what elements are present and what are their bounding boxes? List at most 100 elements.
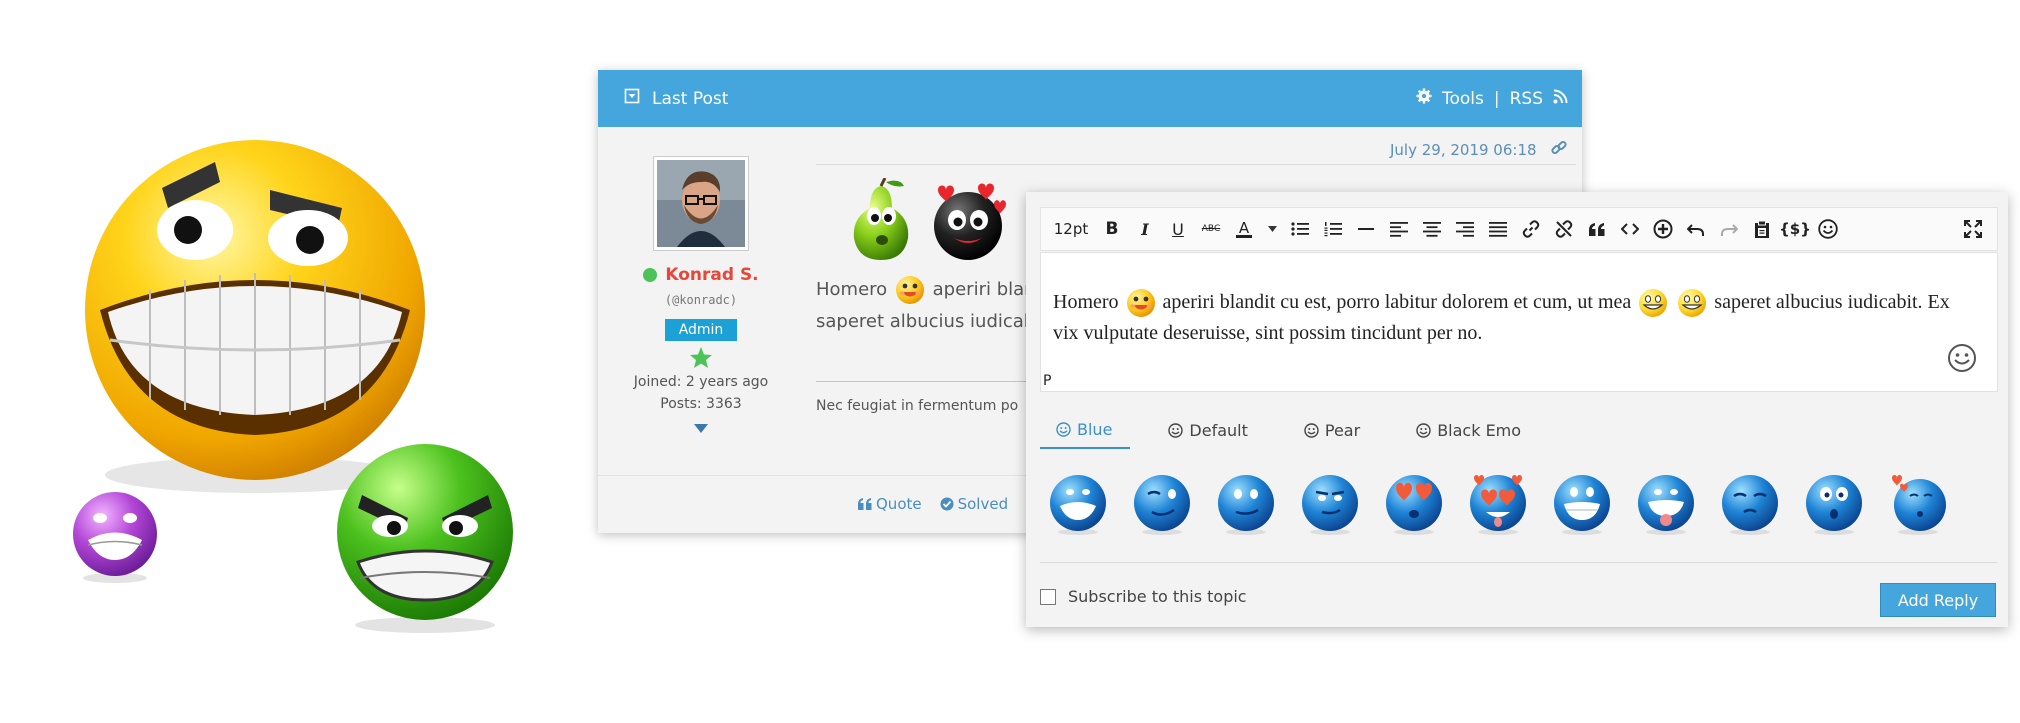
quote-label: Quote [876, 495, 922, 513]
paste-icon[interactable] [1752, 218, 1772, 240]
add-reply-button[interactable]: Add Reply [1880, 583, 1996, 617]
horizontal-line-icon[interactable] [1356, 218, 1376, 240]
gear-icon[interactable] [1416, 88, 1432, 109]
solved-action[interactable]: Solved [940, 495, 1008, 513]
post-signature: Nec feugiat in fermentum po [816, 398, 1019, 414]
quote-icon [858, 498, 872, 510]
font-size-select[interactable]: 12pt [1053, 218, 1089, 240]
chevron-down-icon[interactable] [598, 418, 804, 437]
header-title-text: Last Post [652, 88, 729, 109]
laughing-emoji-inline [1126, 288, 1156, 318]
insert-link-icon[interactable] [1521, 218, 1541, 240]
joined-info: Joined: 2 years ago [633, 374, 769, 390]
laughing-emoji-inline [895, 275, 925, 305]
tab-blue[interactable]: Blue [1040, 420, 1131, 449]
tab-black-emo-label: Black Emo [1437, 421, 1522, 440]
editor-toolbar: 12pt B I U ABC A {$} [1040, 207, 1998, 251]
source-code-icon[interactable]: {$} [1779, 218, 1811, 240]
tab-pear[interactable]: Pear [1288, 420, 1378, 449]
user-info: Konrad S. (@konradc) Admin Joined: 2 yea… [598, 265, 804, 437]
unlink-icon[interactable] [1554, 218, 1574, 240]
blue-emoji-sly[interactable] [1300, 472, 1360, 536]
online-status-icon [643, 268, 658, 282]
subscribe-checkbox[interactable] [1040, 588, 1056, 605]
blockquote-icon[interactable] [1587, 218, 1607, 240]
tools-link[interactable]: Tools [1442, 89, 1484, 109]
black-love-emoji [928, 182, 1010, 267]
text-color-dropdown-icon[interactable] [1267, 218, 1277, 240]
blue-emoji-wink[interactable] [1132, 472, 1192, 536]
blue-emoji-sleepy[interactable] [1720, 472, 1780, 536]
tab-pear-label: Pear [1324, 421, 1361, 440]
post-actions: Quote Solved [858, 495, 1039, 513]
pear-emoji [848, 177, 914, 267]
italic-icon[interactable]: I [1135, 218, 1155, 240]
reply-editor-panel: 12pt B I U ABC A {$} Homero aperiri blan… [1026, 192, 2008, 627]
align-right-icon[interactable] [1455, 218, 1475, 240]
tab-black-emo[interactable]: Black Emo [1400, 420, 1539, 449]
rss-link[interactable]: RSS [1510, 89, 1543, 109]
tab-blue-label: Blue [1077, 420, 1113, 439]
bold-icon[interactable]: B [1102, 218, 1122, 240]
post-text-middle: aperiri blar [932, 279, 1032, 300]
code-icon[interactable] [1620, 218, 1640, 240]
blue-emoji-kiss[interactable] [1888, 472, 1948, 536]
grinning-emoji-inline [1677, 288, 1707, 318]
justify-icon[interactable] [1488, 218, 1508, 240]
check-icon [940, 497, 954, 511]
post-header-divider [816, 164, 1576, 165]
forum-header-bar: Last Post Tools | RSS [598, 70, 1582, 127]
smiley-icon [1056, 422, 1071, 437]
underline-icon[interactable]: U [1168, 218, 1188, 240]
rss-icon[interactable] [1553, 89, 1568, 109]
smiley-icon[interactable] [1947, 343, 1977, 378]
posts-count: Posts: 3363 [660, 396, 742, 412]
blue-emoji-surprised[interactable] [1804, 472, 1864, 536]
add-circle-icon[interactable] [1653, 218, 1673, 240]
tab-default[interactable]: Default [1152, 420, 1265, 449]
user-avatar[interactable] [653, 156, 749, 251]
text-color-icon[interactable]: A [1234, 218, 1254, 240]
link-icon[interactable] [1550, 140, 1567, 160]
smiley-icon [1304, 423, 1319, 438]
editor-text-middle: aperiri blandit cu est, porro labitur do… [1162, 291, 1632, 313]
blue-emoji-heart-eyes[interactable] [1384, 472, 1444, 536]
smiley-icon [1168, 423, 1184, 438]
username[interactable]: Konrad S. [665, 265, 758, 285]
purple-grimace-emoji [70, 490, 160, 585]
username-row[interactable]: Konrad S. [598, 265, 804, 285]
smiley-icon [1416, 423, 1431, 438]
blue-emoji-grid [1040, 472, 2006, 536]
blue-emoji-in-love[interactable] [1468, 472, 1528, 536]
align-left-icon[interactable] [1389, 218, 1409, 240]
post-date-row: July 29, 2019 06:18 [1390, 140, 1567, 160]
element-path: P [1043, 373, 1052, 389]
undo-icon[interactable] [1686, 218, 1706, 240]
numbered-list-icon[interactable] [1323, 218, 1343, 240]
green-angry-emoji [330, 440, 520, 635]
redo-icon[interactable] [1719, 218, 1739, 240]
blue-emoji-tongue[interactable] [1636, 472, 1696, 536]
user-handle: (@konradc) [664, 293, 738, 307]
align-center-icon[interactable] [1422, 218, 1442, 240]
editor-footer-divider [1040, 562, 1998, 563]
post-text-end: saperet albucius iudicabi [816, 311, 1041, 332]
blue-emoji-smirk[interactable] [1216, 472, 1276, 536]
quote-action[interactable]: Quote [858, 495, 922, 513]
blue-emoji-beaming[interactable] [1552, 472, 1612, 536]
header-separator: | [1493, 88, 1500, 109]
bullet-list-icon[interactable] [1290, 218, 1310, 240]
emoji-tabs: Blue Default Pear Black Emo [1040, 420, 1539, 449]
emoji-picker-icon[interactable] [1818, 218, 1838, 240]
post-date: July 29, 2019 06:18 [1390, 141, 1537, 159]
strikethrough-icon[interactable]: ABC [1201, 218, 1221, 240]
blue-emoji-grin[interactable] [1048, 472, 1108, 536]
subscribe-row[interactable]: Subscribe to this topic [1040, 587, 1247, 606]
fullscreen-icon[interactable] [1963, 218, 1983, 240]
post-text-start: Homero [816, 279, 888, 300]
editor-text[interactable]: Homero aperiri blandit cu est, porro lab… [1053, 287, 1953, 349]
forum-header-title[interactable]: Last Post [624, 88, 728, 109]
collapse-icon[interactable] [624, 88, 640, 109]
editor-content-area[interactable]: Homero aperiri blandit cu est, porro lab… [1040, 252, 1998, 392]
tab-default-label: Default [1189, 421, 1248, 440]
